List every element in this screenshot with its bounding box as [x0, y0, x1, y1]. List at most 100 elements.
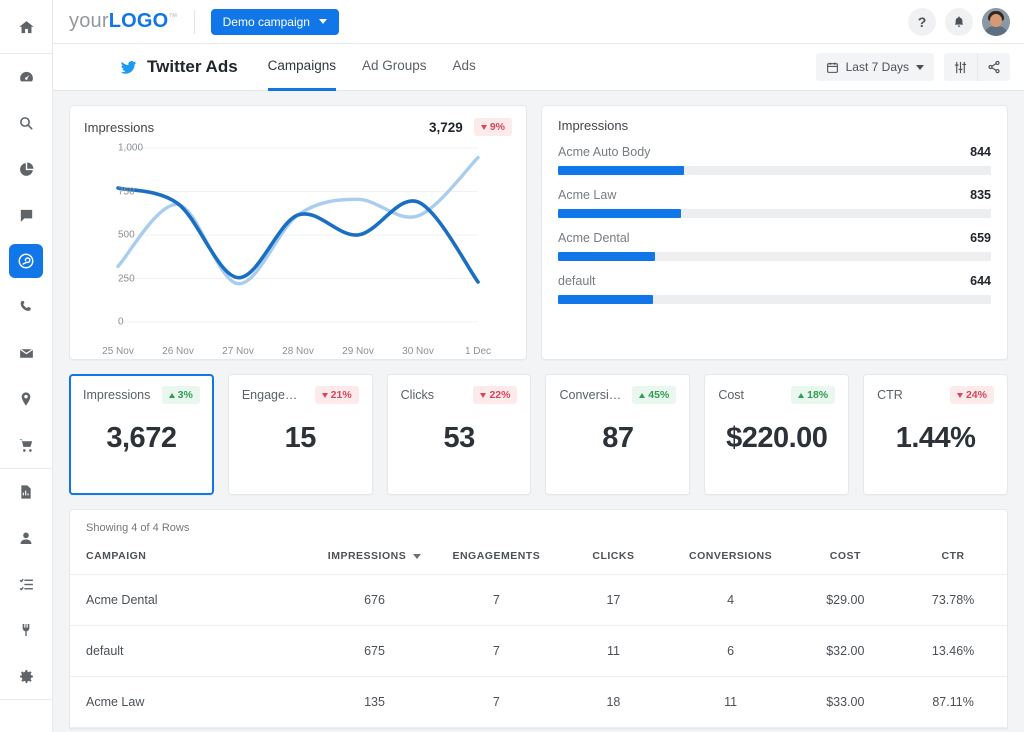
campaign-selector-label: Demo campaign: [223, 15, 310, 29]
page-title: Twitter Ads: [147, 57, 238, 77]
breakdown-row[interactable]: Acme Law 835: [558, 188, 991, 218]
breakdown-row[interactable]: Acme Auto Body 844: [558, 145, 991, 175]
table-header-conversions[interactable]: CONVERSIONS: [670, 544, 792, 575]
arrow-up-icon: [798, 393, 804, 398]
series-previous-period: [118, 158, 478, 284]
table-header-clicks[interactable]: CLICKS: [557, 544, 669, 575]
chart-title: Impressions: [84, 120, 154, 135]
table-header-ctr[interactable]: CTR: [899, 544, 1007, 575]
breakdown-row-label: default: [558, 274, 596, 288]
kpi-card-cost[interactable]: Cost 18% $220.00: [704, 374, 849, 495]
tab-campaigns[interactable]: Campaigns: [268, 44, 336, 91]
chart-x-tick: 25 Nov: [102, 346, 134, 357]
columns-button[interactable]: [944, 53, 977, 81]
breakdown-row-label: Acme Auto Body: [558, 145, 650, 159]
columns-icon: [953, 60, 968, 75]
breakdown-title: Impressions: [558, 118, 991, 133]
table-header-label: ENGAGEMENTS: [452, 550, 540, 562]
impressions-chart-card: Impressions 3,729 9% 02505007501,00025 N…: [69, 105, 527, 360]
sidebar-item-tasks[interactable]: [9, 567, 43, 601]
kpi-value: $220.00: [718, 422, 835, 455]
kpi-card-conversi[interactable]: Conversi… 45% 87: [545, 374, 690, 495]
sidebar-item-messages[interactable]: [9, 198, 43, 232]
kpi-header: CTR 24%: [877, 386, 994, 404]
sidebar-item-reports[interactable]: [9, 475, 43, 509]
table-header-campaign[interactable]: CAMPAIGN: [70, 544, 314, 575]
table-cell-engagements: 7: [435, 575, 557, 626]
kpi-delta-badge: 3%: [162, 386, 200, 404]
help-button[interactable]: ?: [908, 8, 936, 36]
sidebar-item-calls[interactable]: [9, 290, 43, 324]
tab-ad-groups[interactable]: Ad Groups: [362, 44, 427, 91]
date-range-picker[interactable]: Last 7 Days: [816, 53, 934, 81]
avatar[interactable]: [982, 8, 1010, 36]
chart-delta-value: 9%: [490, 121, 505, 133]
sidebar-item-settings[interactable]: [9, 659, 43, 693]
kpi-delta-badge: 45%: [632, 386, 676, 404]
kpi-card-clicks[interactable]: Clicks 22% 53: [387, 374, 532, 495]
gear-icon: [18, 668, 35, 685]
table-header-cost[interactable]: COST: [791, 544, 899, 575]
table-cell-impressions: 675: [314, 626, 436, 677]
table-row[interactable]: default6757116$32.0013.46%: [70, 626, 1007, 677]
sidebar-item-home[interactable]: [9, 10, 43, 44]
sidebar-item-email[interactable]: [9, 336, 43, 370]
share-button[interactable]: [977, 53, 1010, 81]
kpi-card-engage[interactable]: Engage… 21% 15: [228, 374, 373, 495]
breakdown-row-header: Acme Auto Body 844: [558, 145, 991, 159]
kpi-delta-badge: 18%: [791, 386, 835, 404]
chevron-down-icon: [319, 19, 327, 24]
notifications-button[interactable]: [945, 8, 973, 36]
overview-row: Impressions 3,729 9% 02505007501,00025 N…: [69, 105, 1008, 360]
cart-icon: [18, 437, 35, 454]
sidebar-item-account[interactable]: [9, 521, 43, 555]
table-cell-campaign: default: [70, 626, 314, 677]
report-icon: [18, 484, 34, 500]
breakdown-row[interactable]: default 644: [558, 274, 991, 304]
kpi-delta-value: 21%: [331, 389, 352, 401]
kpi-header: Impressions 3%: [83, 386, 200, 404]
sidebar-item-dashboard[interactable]: [9, 60, 43, 94]
kpi-label: Clicks: [401, 388, 434, 402]
table-header-engagements[interactable]: ENGAGEMENTS: [435, 544, 557, 575]
breakdown-row-label: Acme Dental: [558, 231, 630, 245]
table-cell-clicks: 17: [557, 575, 669, 626]
list-icon: [18, 576, 35, 593]
sidebar-group-main: [0, 54, 52, 468]
bell-icon: [952, 15, 966, 29]
campaign-selector-button[interactable]: Demo campaign: [211, 9, 339, 35]
app-logo[interactable]: yourLOGO™: [69, 10, 178, 33]
kpi-header: Engage… 21%: [242, 386, 359, 404]
sidebar-item-store[interactable]: [9, 428, 43, 462]
table-cell-conversions: 11: [670, 677, 792, 728]
line-chart-svg: [84, 144, 484, 344]
sidebar-item-campaigns[interactable]: [9, 244, 43, 278]
search-icon: [18, 115, 34, 131]
sidebar-item-analytics[interactable]: [9, 152, 43, 186]
chart-x-tick: 28 Nov: [282, 346, 314, 357]
tab-ads[interactable]: Ads: [453, 44, 476, 91]
chart-x-tick: 26 Nov: [162, 346, 194, 357]
breakdown-bar-track: [558, 209, 991, 218]
kpi-card-ctr[interactable]: CTR 24% 1.44%: [863, 374, 1008, 495]
breakdown-row[interactable]: Acme Dental 659: [558, 231, 991, 261]
kpi-card-impressions[interactable]: Impressions 3% 3,672: [69, 374, 214, 495]
table-header-impressions[interactable]: IMPRESSIONS: [314, 544, 436, 575]
sidebar: [0, 0, 53, 732]
question-mark-icon: ?: [918, 14, 927, 30]
sidebar-item-search[interactable]: [9, 106, 43, 140]
arrow-down-icon: [322, 393, 328, 398]
mail-icon: [18, 345, 35, 362]
table-cell-engagements: 7: [435, 677, 557, 728]
table-row[interactable]: Acme Law13571811$33.0087.11%: [70, 677, 1007, 728]
table-cell-impressions: 135: [314, 677, 436, 728]
chevron-down-icon: [916, 65, 924, 70]
sidebar-item-integrations[interactable]: [9, 613, 43, 647]
table-row[interactable]: Acme Dental6767174$29.0073.78%: [70, 575, 1007, 626]
table-cell-clicks: 18: [557, 677, 669, 728]
kpi-value: 53: [401, 422, 518, 455]
kpi-value: 1.44%: [877, 422, 994, 455]
chart-x-tick: 27 Nov: [222, 346, 254, 357]
date-range-label: Last 7 Days: [846, 60, 909, 74]
sidebar-item-locations[interactable]: [9, 382, 43, 416]
